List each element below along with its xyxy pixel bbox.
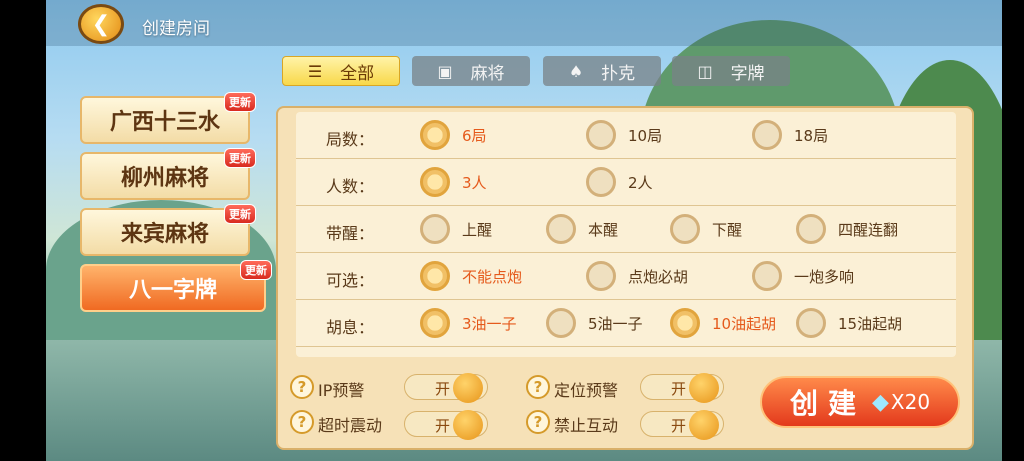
left-letterbox [0,0,46,461]
poker-card-icon: ♠ [568,61,584,81]
diamond-icon: ◆ [871,389,889,415]
word-card-icon: ◫ [697,61,713,81]
radio-dianpao-bihu[interactable]: 点炮必胡 [586,261,688,291]
option-row-optional: 可选： 不能点炮 点炮必胡 一炮多响 [296,253,956,300]
toggle-knob [453,410,483,440]
radio-xing-up[interactable]: 上醒 [420,214,492,244]
back-arrow-icon: ❮ [91,11,111,37]
radio-xing-self[interactable]: 本醒 [546,214,618,244]
toggle-knob [689,373,719,403]
back-button[interactable]: ❮ [78,4,124,44]
radio-rounds-6[interactable]: 6局 [420,120,487,150]
create-button[interactable]: 创建 ◆ X20 [760,376,960,428]
update-badge: 更新 [240,260,272,280]
radio-rounds-18[interactable]: 18局 [752,120,828,150]
update-badge: 更新 [224,92,256,112]
help-icon[interactable]: ? [526,375,550,399]
update-badge: 更新 [224,148,256,168]
no-interaction-toggle[interactable]: 开 [640,410,724,440]
help-icon[interactable]: ? [526,410,550,434]
toggle-knob [689,410,719,440]
radio-xing-down[interactable]: 下醒 [670,214,742,244]
option-row-rounds: 局数： 6局 10局 18局 [296,112,956,159]
radio-huxi-15[interactable]: 15油起胡 [796,308,902,338]
tab-word-cards[interactable]: ◫ 字牌 [672,56,790,86]
game-item-guangxi-13[interactable]: 广西十三水 更新 [80,92,256,144]
no-interaction-label: 禁止互动 [554,416,619,435]
radio-yipao-duoxiang[interactable]: 一炮多响 [752,261,854,291]
mahjong-tile-icon: ▣ [437,61,453,81]
option-row-huxi: 胡息： 3油一子 5油一子 10油起胡 15油起胡 [296,300,956,347]
help-icon[interactable]: ? [290,410,314,434]
option-row-players: 人数： 3人 2人 [296,159,956,206]
tab-poker[interactable]: ♠ 扑克 [543,56,661,86]
radio-huxi-3[interactable]: 3油一子 [420,308,517,338]
radio-huxi-10[interactable]: 10油起胡 [670,308,776,338]
location-warning-toggle[interactable]: 开 [640,373,724,403]
right-letterbox [1002,0,1024,461]
ip-warning-toggle[interactable]: 开 [404,373,488,403]
timeout-vibrate-toggle[interactable]: 开 [404,410,488,440]
radio-xing-four[interactable]: 四醒连翻 [796,214,898,244]
option-row-xing: 带醒： 上醒 本醒 下醒 四醒连翻 [296,206,956,253]
game-item-bayi-zipai[interactable]: 八一字牌 更新 [80,260,272,312]
game-item-liuzhou-mahjong[interactable]: 柳州麻将 更新 [80,148,256,200]
tab-mahjong[interactable]: ▣ 麻将 [412,56,530,86]
tab-all[interactable]: ☰ 全部 [282,56,400,86]
update-badge: 更新 [224,204,256,224]
radio-no-dianpao[interactable]: 不能点炮 [420,261,522,291]
timeout-vibrate-label: 超时震动 [318,416,383,435]
radio-rounds-10[interactable]: 10局 [586,120,662,150]
page-title: 创建房间 [142,19,210,39]
help-icon[interactable]: ? [290,375,314,399]
options-list: 局数： 6局 10局 18局 人数： 3人 2人 带醒： 上醒 本醒 下醒 四醒… [296,112,956,357]
game-item-laibin-mahjong[interactable]: 来宾麻将 更新 [80,204,256,256]
radio-huxi-5[interactable]: 5油一子 [546,308,643,338]
toggle-knob [453,373,483,403]
radio-players-3[interactable]: 3人 [420,167,487,197]
radio-players-2[interactable]: 2人 [586,167,653,197]
location-warning-label: 定位预警 [554,381,619,400]
list-icon: ☰ [307,61,323,81]
ip-warning-label: IP预警 [318,381,365,400]
